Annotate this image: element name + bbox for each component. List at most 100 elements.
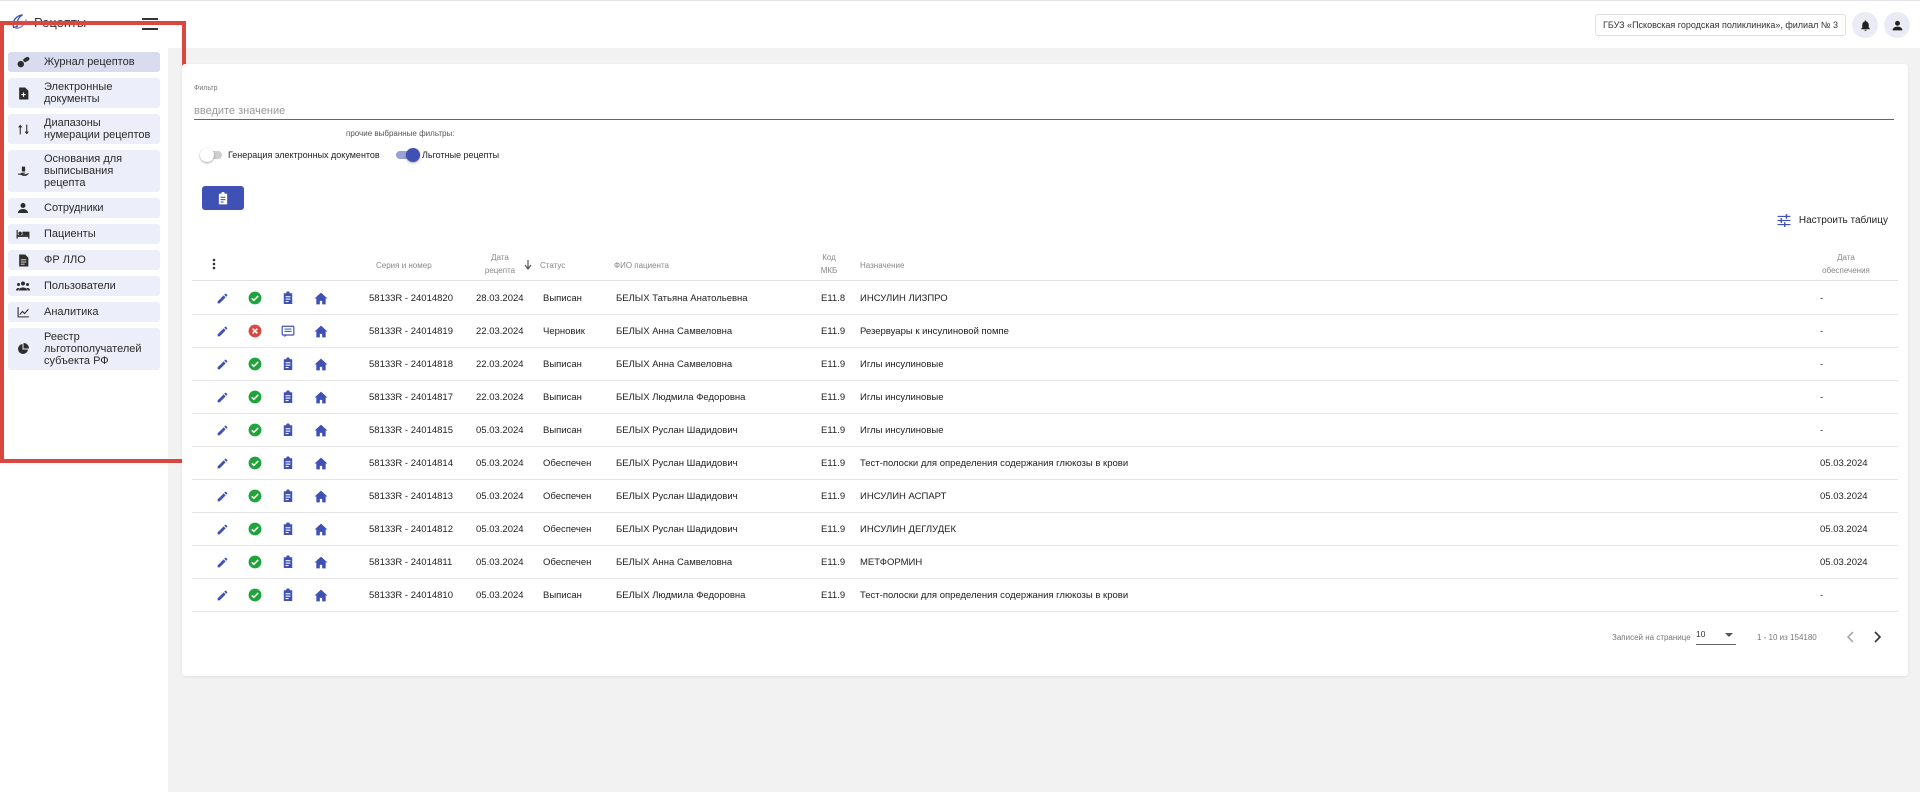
sidebar-item-analytics[interactable]: Аналитика xyxy=(8,302,160,322)
sidebar-item-prescription-journal[interactable]: Журнал рецептов xyxy=(8,52,160,72)
clipboard-icon[interactable] xyxy=(280,521,296,537)
cell-patient: БЕЛЫХ Анна Самвеловна xyxy=(616,557,733,568)
cell-series: 58133R - 24014812 xyxy=(369,524,453,535)
home-icon[interactable] xyxy=(313,290,329,306)
clipboard-icon[interactable] xyxy=(280,554,296,570)
table-row[interactable]: 58133R - 24014820 28.03.2024 Выписан БЕЛ… xyxy=(192,282,1898,315)
pills-icon xyxy=(16,55,30,69)
edit-icon[interactable] xyxy=(214,554,230,570)
notifications-button[interactable] xyxy=(1852,12,1878,38)
cell-patient: БЕЛЫХ Людмила Федоровна xyxy=(616,392,746,403)
status-ok-icon xyxy=(247,488,263,504)
cell-date: 22.03.2024 xyxy=(476,359,524,370)
cell-status: Обеспечен xyxy=(543,458,592,469)
table-row[interactable]: 58133R - 24014815 05.03.2024 Выписан БЕЛ… xyxy=(192,414,1898,447)
column-menu-icon[interactable] xyxy=(212,258,216,274)
home-icon[interactable] xyxy=(313,587,329,603)
cell-code: E11.9 xyxy=(821,557,846,568)
clipboard-icon[interactable] xyxy=(280,488,296,504)
table-row[interactable]: 58133R - 24014817 22.03.2024 Выписан БЕЛ… xyxy=(192,381,1898,414)
sidebar-item-patients[interactable]: Пациенты xyxy=(8,224,160,244)
sidebar-item-employees[interactable]: Сотрудники xyxy=(8,198,160,218)
table-row[interactable]: 58133R - 24014813 05.03.2024 Обеспечен Б… xyxy=(192,480,1898,513)
home-icon[interactable] xyxy=(313,389,329,405)
home-icon[interactable] xyxy=(313,521,329,537)
sidebar-item-fr-llo[interactable]: ФР ЛЛО xyxy=(8,250,160,270)
cell-status: Черновик xyxy=(543,326,585,337)
organization-selector[interactable]: ГБУЗ «Псковская городская поликлиника», … xyxy=(1595,14,1846,36)
home-icon[interactable] xyxy=(313,356,329,372)
new-prescription-button[interactable] xyxy=(202,186,244,210)
sidebar-item-beneficiary-registry[interactable]: Реестр льготополучателей субъекта РФ xyxy=(8,328,160,370)
table-row[interactable]: 58133R - 24014811 05.03.2024 Обеспечен Б… xyxy=(192,546,1898,579)
header-status[interactable]: Статус xyxy=(540,259,565,272)
toggle-preferential-prescriptions[interactable]: Льготные рецепты xyxy=(396,148,500,162)
edit-icon[interactable] xyxy=(214,356,230,372)
home-icon[interactable] xyxy=(313,455,329,471)
home-icon[interactable] xyxy=(313,554,329,570)
toggle-generate-electronic-docs[interactable]: Генерация электронных документов xyxy=(200,148,380,162)
edit-icon[interactable] xyxy=(214,455,230,471)
edit-icon[interactable] xyxy=(214,488,230,504)
person-icon xyxy=(16,201,30,215)
clipboard-icon[interactable] xyxy=(280,389,296,405)
edit-icon[interactable] xyxy=(214,587,230,603)
edit-icon[interactable] xyxy=(214,521,230,537)
cell-date: 28.03.2024 xyxy=(476,293,524,304)
page-range: 1 - 10 из 154180 xyxy=(1757,633,1817,642)
table-row[interactable]: 58133R - 24014810 05.03.2024 Выписан БЕЛ… xyxy=(192,579,1898,612)
cell-supply-date: - xyxy=(1820,293,1824,304)
comment-icon[interactable] xyxy=(280,323,296,339)
header-purpose[interactable]: Назначение xyxy=(860,259,904,272)
edit-icon[interactable] xyxy=(214,323,230,339)
cell-purpose: ИНСУЛИН ЛИЗПРО xyxy=(860,293,948,304)
previous-page-button[interactable] xyxy=(1842,629,1858,645)
cell-purpose: ИНСУЛИН АСПАРТ xyxy=(860,491,947,502)
sidebar: Журнал рецептов Электронные документы Ди… xyxy=(0,48,168,792)
table-row[interactable]: 58133R - 24014812 05.03.2024 Обеспечен Б… xyxy=(192,513,1898,546)
edit-icon[interactable] xyxy=(214,422,230,438)
table-row[interactable]: 58133R - 24014818 22.03.2024 Выписан БЕЛ… xyxy=(192,348,1898,381)
table-row[interactable]: 58133R - 24014819 22.03.2024 Черновик БЕ… xyxy=(192,315,1898,348)
clipboard-icon[interactable] xyxy=(280,290,296,306)
cell-date: 05.03.2024 xyxy=(476,557,524,568)
menu-toggle-icon[interactable] xyxy=(142,18,158,30)
home-icon[interactable] xyxy=(313,488,329,504)
header-date[interactable]: Дата рецепта xyxy=(478,251,522,277)
profile-button[interactable] xyxy=(1884,12,1910,38)
chart-line-icon xyxy=(16,305,30,319)
clipboard-icon[interactable] xyxy=(280,356,296,372)
cell-purpose: Тест-полоски для определения содержания … xyxy=(860,590,1129,601)
sidebar-item-label: Диапазоны нумерации рецептов xyxy=(44,117,151,141)
configure-table-button[interactable]: Настроить таблицу xyxy=(1777,214,1888,227)
next-page-button[interactable] xyxy=(1870,629,1886,645)
header-supply-date[interactable]: Дата обеспечения xyxy=(1818,251,1874,277)
header-series[interactable]: Серия и номер xyxy=(376,259,432,272)
sort-arrow-icon[interactable] xyxy=(524,260,532,274)
filter-input[interactable] xyxy=(194,102,1894,120)
clipboard-icon[interactable] xyxy=(280,455,296,471)
toggle-label: Льготные рецепты xyxy=(422,150,500,160)
status-ok-icon xyxy=(247,356,263,372)
cell-supply-date: - xyxy=(1820,392,1824,403)
clipboard-icon[interactable] xyxy=(280,587,296,603)
rows-per-page-select[interactable]: 10 xyxy=(1696,629,1736,645)
home-icon[interactable] xyxy=(313,323,329,339)
header-code[interactable]: Код МКБ xyxy=(816,251,842,277)
sidebar-item-label: Электронные документы xyxy=(44,81,113,105)
sidebar-item-numbering-ranges[interactable]: Диапазоны нумерации рецептов xyxy=(8,114,160,144)
rows-per-page-value: 10 xyxy=(1696,629,1706,639)
home-icon[interactable] xyxy=(313,422,329,438)
edit-icon[interactable] xyxy=(214,290,230,306)
table-row[interactable]: 58133R - 24014814 05.03.2024 Обеспечен Б… xyxy=(192,447,1898,480)
cell-purpose: Тест-полоски для определения содержания … xyxy=(860,458,1129,469)
sidebar-item-users[interactable]: Пользователи xyxy=(8,276,160,296)
clipboard-icon[interactable] xyxy=(280,422,296,438)
app-title: Рецепты xyxy=(34,14,87,30)
sidebar-item-prescription-grounds[interactable]: Основания для выписывания рецепта xyxy=(8,150,160,192)
sidebar-item-label: Пользователи xyxy=(44,280,116,292)
edit-icon[interactable] xyxy=(214,389,230,405)
cell-series: 58133R - 24014814 xyxy=(369,458,453,469)
header-patient[interactable]: ФИО пациента xyxy=(614,259,669,272)
sidebar-item-electronic-documents[interactable]: Электронные документы xyxy=(8,78,160,108)
